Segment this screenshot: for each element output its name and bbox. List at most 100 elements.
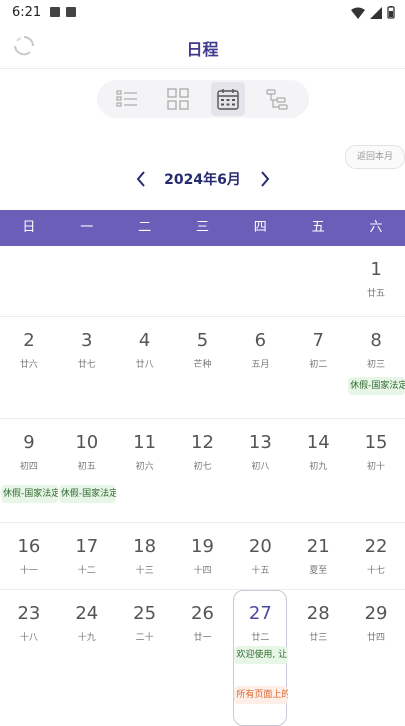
day-cell[interactable]: 6 五月 <box>231 317 289 418</box>
day-number: 17 <box>75 536 99 557</box>
calendar-view-button[interactable] <box>211 82 245 116</box>
day-number: 8 <box>370 330 382 351</box>
weekday-mon: 一 <box>80 220 94 235</box>
lunar-date: 五月 <box>251 360 270 370</box>
wifi-icon <box>351 7 365 19</box>
day-number: 27 <box>248 603 272 624</box>
event-chip-welcome[interactable]: 欢迎使用, 让 <box>234 646 289 664</box>
day-cell[interactable]: 1 廿五 <box>347 246 405 316</box>
day-cell[interactable]: 24 十九 <box>58 590 116 725</box>
lunar-date: 廿六 <box>19 360 38 370</box>
day-cell[interactable]: 17 十二 <box>58 523 116 589</box>
lunar-date: 十二 <box>77 566 96 576</box>
notification-icons <box>50 7 76 17</box>
day-number: 18 <box>133 536 157 557</box>
event-chip-notice[interactable]: 所有页面上的 <box>234 686 289 704</box>
day-cell[interactable]: 28 廿三 <box>289 590 347 725</box>
lunar-date: 初五 <box>77 462 96 472</box>
day-cell[interactable]: 18 十三 <box>116 523 174 589</box>
view-switcher <box>97 80 309 118</box>
event-chip-holiday[interactable]: 休假-国家法定 <box>348 377 405 395</box>
status-bar: 6:21 <box>0 0 405 26</box>
day-cell[interactable]: 20 十五 <box>231 523 289 589</box>
lunar-date: 十七 <box>367 566 386 576</box>
lunar-date: 二十 <box>135 633 154 643</box>
day-cell[interactable]: 8 初三 休假-国家法定 <box>347 317 405 418</box>
day-cell[interactable]: 15 初十 <box>347 419 405 522</box>
day-number: 11 <box>133 432 157 453</box>
grid-view-icon[interactable] <box>166 87 190 111</box>
day-number: 28 <box>306 603 330 624</box>
month-label: 2024年6月 <box>164 172 241 188</box>
day-cell[interactable]: 14 初九 <box>289 419 347 522</box>
day-cell[interactable]: 13 初八 <box>231 419 289 522</box>
lunar-date: 初七 <box>193 462 212 472</box>
day-cell[interactable]: 25 二十 <box>116 590 174 725</box>
lunar-date: 十一 <box>19 566 38 576</box>
day-cell[interactable]: 21 夏至 <box>289 523 347 589</box>
signal-icon <box>370 6 382 19</box>
day-cell[interactable]: 26 廿一 <box>174 590 232 725</box>
day-number: 1 <box>370 259 382 280</box>
day-number: 16 <box>17 536 41 557</box>
day-number: 14 <box>306 432 330 453</box>
day-cell[interactable]: 2 廿六 <box>0 317 58 418</box>
day-cell[interactable]: 4 廿八 <box>116 317 174 418</box>
day-cell[interactable]: 10 初五 休假-国家法定 <box>58 419 116 522</box>
day-cell[interactable]: 7 初二 <box>289 317 347 418</box>
day-number: 5 <box>196 330 209 351</box>
event-chip-holiday[interactable]: 休假-国家法定 <box>58 485 116 503</box>
next-month-icon[interactable] <box>257 168 273 190</box>
day-number: 2 <box>23 330 35 351</box>
app-notification-icon <box>66 7 76 17</box>
day-cell[interactable]: 12 初七 <box>174 419 232 522</box>
lunar-date: 夏至 <box>309 566 328 576</box>
day-cell[interactable]: 9 初四 休假-国家法定 <box>0 419 58 522</box>
day-cell[interactable]: 3 廿七 <box>58 317 116 418</box>
lunar-date: 廿三 <box>309 633 328 643</box>
weekday-thu: 四 <box>253 220 267 235</box>
calendar-week: 9 初四 休假-国家法定 10 初五 休假-国家法定 11 初六 12 初七 13 初… <box>0 419 405 523</box>
day-cell[interactable]: 16 十一 <box>0 523 58 589</box>
event-chip-holiday[interactable]: 休假-国家法定 <box>1 485 58 503</box>
lunar-date: 初四 <box>19 462 38 472</box>
lunar-date: 廿七 <box>77 360 96 370</box>
today-cell[interactable]: 27 廿二 欢迎使用, 让 所有页面上的 <box>231 590 289 726</box>
lunar-date: 初二 <box>309 360 328 370</box>
day-number: 4 <box>138 330 151 351</box>
lunar-date: 廿一 <box>193 633 212 643</box>
day-cell[interactable]: 29 廿四 <box>347 590 405 725</box>
day-number: 15 <box>364 432 388 453</box>
day-cell[interactable]: 11 初六 <box>116 419 174 522</box>
month-navigation: 2024年6月 <box>0 168 405 192</box>
day-number: 24 <box>75 603 99 624</box>
lunar-date: 初八 <box>251 462 270 472</box>
weekday-fri: 五 <box>311 220 325 235</box>
timeline-view-icon[interactable] <box>265 87 289 111</box>
lunar-date: 廿五 <box>367 289 386 299</box>
day-cell[interactable]: 5 芒种 <box>174 317 232 418</box>
status-right-icons <box>351 6 395 19</box>
day-cell[interactable]: 19 十四 <box>174 523 232 589</box>
lunar-date: 十四 <box>193 566 212 576</box>
battery-icon <box>387 6 395 19</box>
return-current-month-button[interactable]: 返回本月 <box>345 145 405 169</box>
day-number: 23 <box>17 603 41 624</box>
lunar-date: 廿八 <box>135 360 154 370</box>
day-cell[interactable]: 22 十七 <box>347 523 405 589</box>
lunar-date: 初六 <box>135 462 154 472</box>
page-title: 日程 <box>186 40 219 59</box>
day-number: 25 <box>133 603 157 624</box>
weekday-sun: 日 <box>22 220 36 235</box>
app-bar: 日程 <box>0 26 405 69</box>
list-view-icon[interactable] <box>115 87 139 111</box>
weekday-sat: 六 <box>369 220 383 235</box>
lunar-date: 十三 <box>135 566 154 576</box>
lunar-date: 十九 <box>77 633 96 643</box>
day-number: 20 <box>248 536 272 557</box>
calendar-week: 2 廿六 3 廿七 4 廿八 5 芒种 6 五月 7 初二 8 初三 休假-国家法定 <box>0 317 405 419</box>
lunar-date: 廿四 <box>367 633 386 643</box>
calendar-week: 1 廿五 <box>0 246 405 317</box>
calendar-week: 23 十八 24 十九 25 二十 26 廿一 27 廿二 欢迎使用, 让 所有页面上的… <box>0 590 405 726</box>
day-cell[interactable]: 23 十八 <box>0 590 58 725</box>
